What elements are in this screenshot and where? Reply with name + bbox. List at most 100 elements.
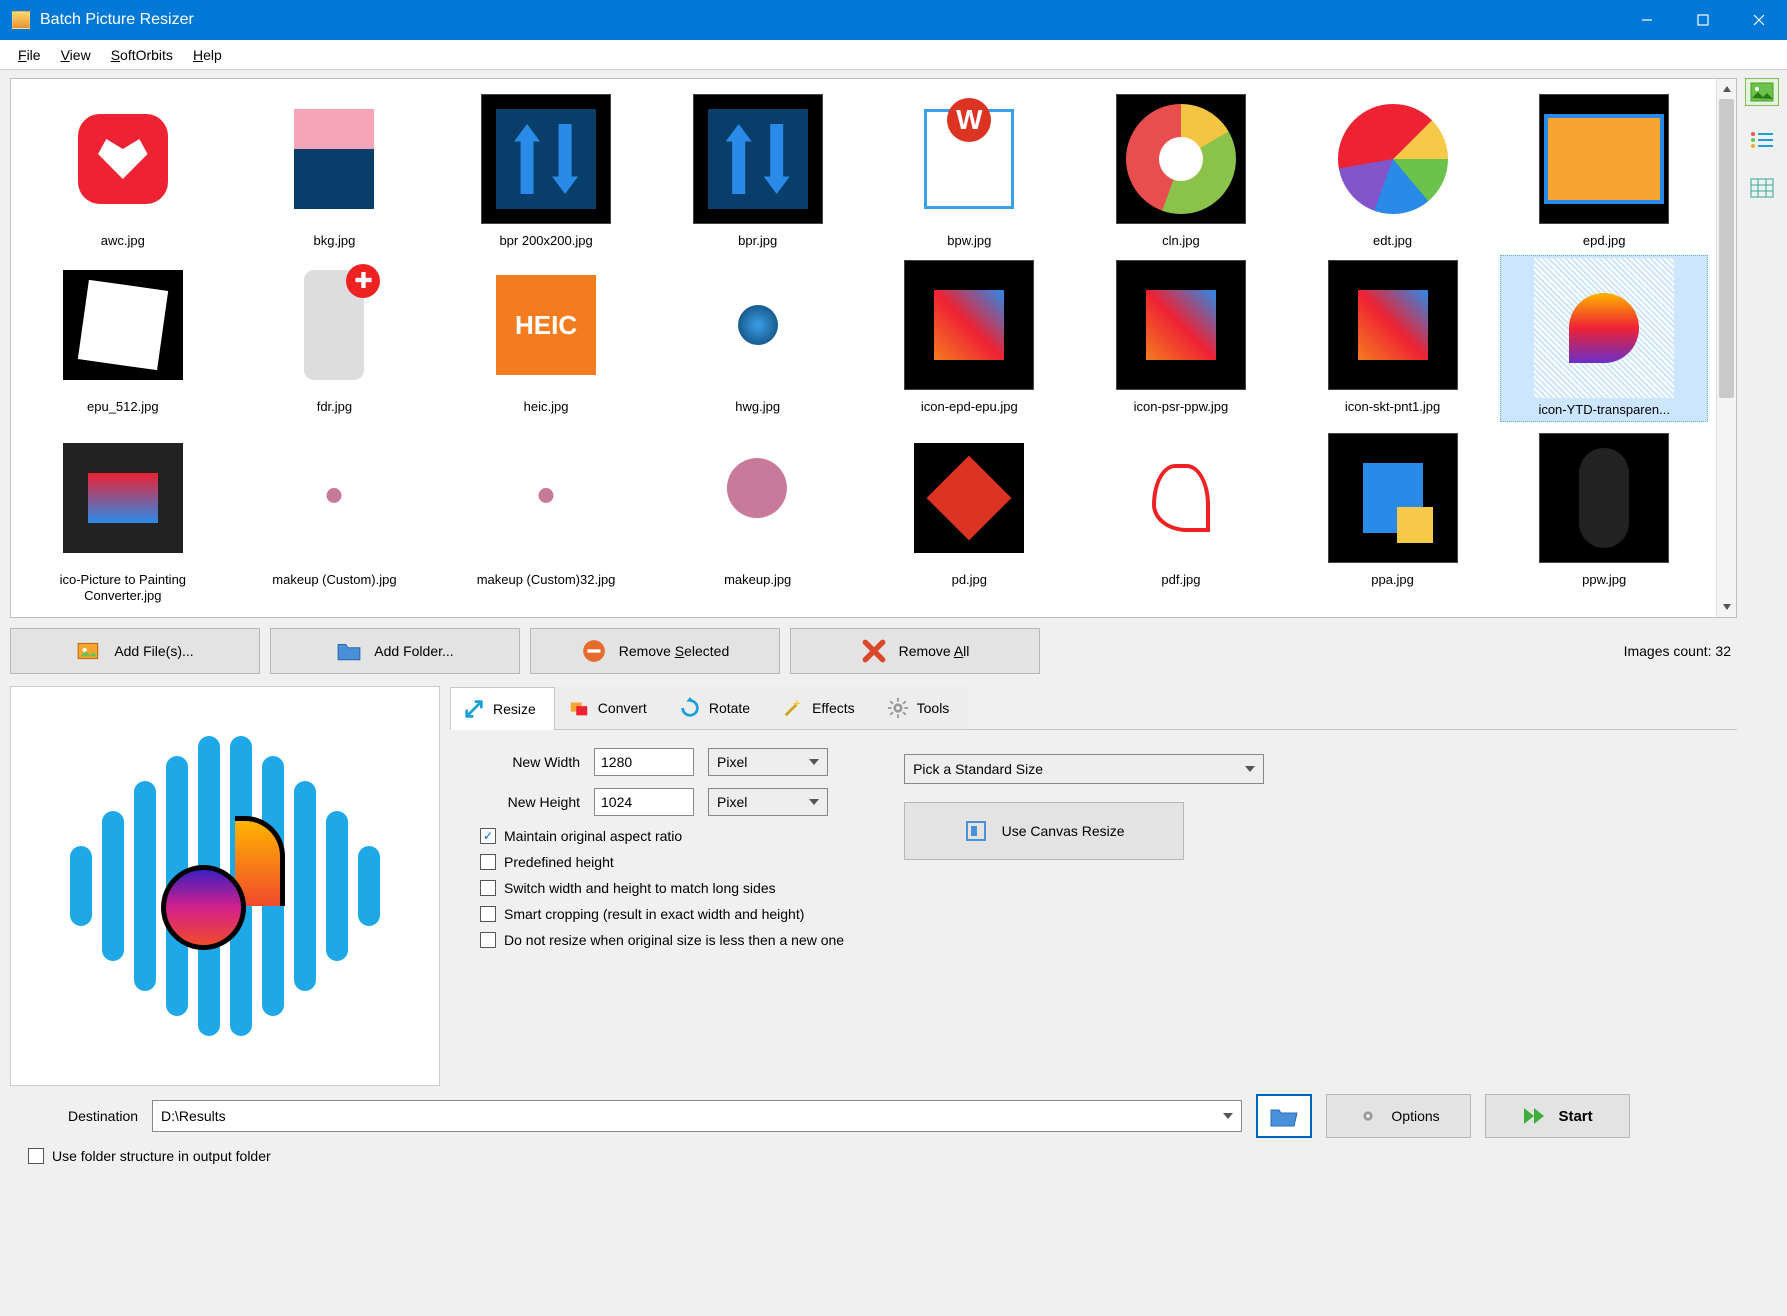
thumbnail-item[interactable]: ppa.jpg — [1289, 428, 1497, 605]
menu-view[interactable]: View — [51, 43, 101, 67]
canvas-icon — [964, 819, 988, 843]
thumbnail-item[interactable]: makeup (Custom)32.jpg — [442, 428, 650, 605]
thumbnail-item[interactable]: hwg.jpg — [654, 255, 862, 421]
thumbnail-grid[interactable]: awc.jpg bkg.jpg bpr 200x200.jpg bpr.jpg … — [11, 79, 1716, 617]
chevron-down-icon — [1223, 1113, 1233, 1119]
options-button[interactable]: Options — [1326, 1094, 1471, 1138]
thumbnail-item[interactable]: pdf.jpg — [1077, 428, 1285, 605]
wand-icon — [782, 697, 804, 719]
new-width-input[interactable] — [594, 748, 694, 776]
thumbnail-pane: awc.jpg bkg.jpg bpr 200x200.jpg bpr.jpg … — [10, 78, 1737, 618]
canvas-resize-button[interactable]: Use Canvas Resize — [904, 802, 1184, 860]
no-upscale-checkbox[interactable]: Do not resize when original size is less… — [480, 932, 844, 948]
thumbnail-label: hwg.jpg — [735, 395, 780, 415]
grid-table-icon — [1750, 178, 1774, 198]
tab-resize[interactable]: Resize — [450, 687, 555, 730]
thumbnail-label: bpr.jpg — [738, 229, 777, 249]
list-icon — [1750, 131, 1774, 149]
thumbnail-item[interactable]: epd.jpg — [1500, 89, 1708, 249]
menu-help[interactable]: Help — [183, 43, 232, 67]
menubar: File View SoftOrbits Help — [0, 40, 1787, 70]
thumbnail-item-selected[interactable]: icon-YTD-transparen... — [1500, 255, 1708, 421]
chevron-down-icon — [809, 799, 819, 805]
preview-image — [75, 736, 375, 1036]
minimize-button[interactable] — [1619, 0, 1675, 40]
view-list-button[interactable] — [1745, 126, 1779, 154]
predefined-height-checkbox[interactable]: Predefined height — [480, 854, 844, 870]
rotate-icon — [679, 697, 701, 719]
height-unit-select[interactable]: Pixel — [708, 788, 828, 816]
delete-x-icon — [861, 638, 887, 664]
thumbnail-label: icon-psr-ppw.jpg — [1134, 395, 1229, 415]
chevron-down-icon — [809, 759, 819, 765]
thumbnail-item[interactable]: HEICheic.jpg — [442, 255, 650, 421]
maximize-button[interactable] — [1675, 0, 1731, 40]
tab-rotate[interactable]: Rotate — [666, 686, 769, 729]
new-width-label: New Width — [470, 754, 580, 770]
menu-softorbits[interactable]: SoftOrbits — [101, 43, 183, 67]
thumbnail-item[interactable]: bpr 200x200.jpg — [442, 89, 650, 249]
tab-convert[interactable]: Convert — [555, 686, 666, 729]
standard-size-select[interactable]: Pick a Standard Size — [904, 754, 1264, 784]
images-count-label: Images count: 32 — [1624, 643, 1737, 659]
add-files-label: Add File(s)... — [114, 643, 193, 659]
image-add-icon — [76, 638, 102, 664]
destination-combobox[interactable]: D:\Results — [152, 1100, 1242, 1132]
add-files-button[interactable]: Add File(s)... — [10, 628, 260, 674]
convert-icon — [568, 697, 590, 719]
resize-panel: New Width Pixel New Height Pixel ✓Mainta… — [450, 730, 1737, 976]
thumbnail-item[interactable]: bpw.jpg — [866, 89, 1074, 249]
thumbnail-label: awc.jpg — [101, 229, 145, 249]
tab-tools[interactable]: Tools — [874, 686, 969, 729]
play-arrow-icon — [1522, 1106, 1546, 1126]
remove-selected-button[interactable]: Remove Selected — [530, 628, 780, 674]
view-thumbnails-button[interactable] — [1745, 78, 1779, 106]
thumbnail-label: icon-epd-epu.jpg — [921, 395, 1018, 415]
thumbnail-label: cln.jpg — [1162, 229, 1200, 249]
thumbnail-item[interactable]: icon-epd-epu.jpg — [866, 255, 1074, 421]
thumbnail-item[interactable]: icon-psr-ppw.jpg — [1077, 255, 1285, 421]
start-button[interactable]: Start — [1485, 1094, 1630, 1138]
thumbnail-label: ico-Picture to Painting Converter.jpg — [38, 568, 208, 605]
close-button[interactable] — [1731, 0, 1787, 40]
thumbnail-item[interactable]: makeup.jpg — [654, 428, 862, 605]
smart-cropping-checkbox[interactable]: Smart cropping (result in exact width an… — [480, 906, 844, 922]
thumbnail-item[interactable]: makeup (Custom).jpg — [231, 428, 439, 605]
aspect-ratio-checkbox[interactable]: ✓Maintain original aspect ratio — [480, 828, 844, 844]
add-folder-button[interactable]: Add Folder... — [270, 628, 520, 674]
thumbnail-item[interactable]: ico-Picture to Painting Converter.jpg — [19, 428, 227, 605]
use-folder-structure-checkbox[interactable]: Use folder structure in output folder — [28, 1148, 1727, 1164]
scroll-up-icon[interactable] — [1717, 79, 1736, 99]
menu-file[interactable]: File — [8, 43, 51, 67]
thumbnail-item[interactable]: bkg.jpg — [231, 89, 439, 249]
thumbnail-item[interactable]: ppw.jpg — [1500, 428, 1708, 605]
thumbnail-label: edt.jpg — [1373, 229, 1412, 249]
scrollbar-thumb[interactable] — [1719, 99, 1734, 398]
scroll-down-icon[interactable] — [1717, 597, 1736, 617]
chevron-down-icon — [1245, 766, 1255, 772]
width-unit-select[interactable]: Pixel — [708, 748, 828, 776]
browse-destination-button[interactable] — [1256, 1094, 1312, 1138]
thumbnail-item[interactable]: pd.jpg — [866, 428, 1074, 605]
new-height-input[interactable] — [594, 788, 694, 816]
remove-all-button[interactable]: Remove All — [790, 628, 1040, 674]
thumbnail-label: pdf.jpg — [1161, 568, 1200, 588]
switch-sides-checkbox[interactable]: Switch width and height to match long si… — [480, 880, 844, 896]
thumbnail-item[interactable]: awc.jpg — [19, 89, 227, 249]
thumbnail-item[interactable]: epu_512.jpg — [19, 255, 227, 421]
remove-selected-label: Remove Selected — [619, 643, 730, 659]
thumbnail-scrollbar[interactable] — [1716, 79, 1736, 617]
thumbnail-item[interactable]: edt.jpg — [1289, 89, 1497, 249]
thumbnail-item[interactable]: icon-skt-pnt1.jpg — [1289, 255, 1497, 421]
thumbnail-item[interactable]: cln.jpg — [1077, 89, 1285, 249]
thumbnail-item[interactable]: bpr.jpg — [654, 89, 862, 249]
thumbnail-label: ppa.jpg — [1371, 568, 1414, 588]
folder-icon — [336, 638, 362, 664]
tab-effects[interactable]: Effects — [769, 686, 874, 729]
thumbnails-icon — [1750, 82, 1774, 102]
thumbnail-item[interactable]: fdr.jpg — [231, 255, 439, 421]
thumbnail-label: icon-YTD-transparen... — [1538, 398, 1670, 418]
destination-label: Destination — [20, 1108, 138, 1124]
view-details-button[interactable] — [1745, 174, 1779, 202]
thumbnail-label: ppw.jpg — [1582, 568, 1626, 588]
